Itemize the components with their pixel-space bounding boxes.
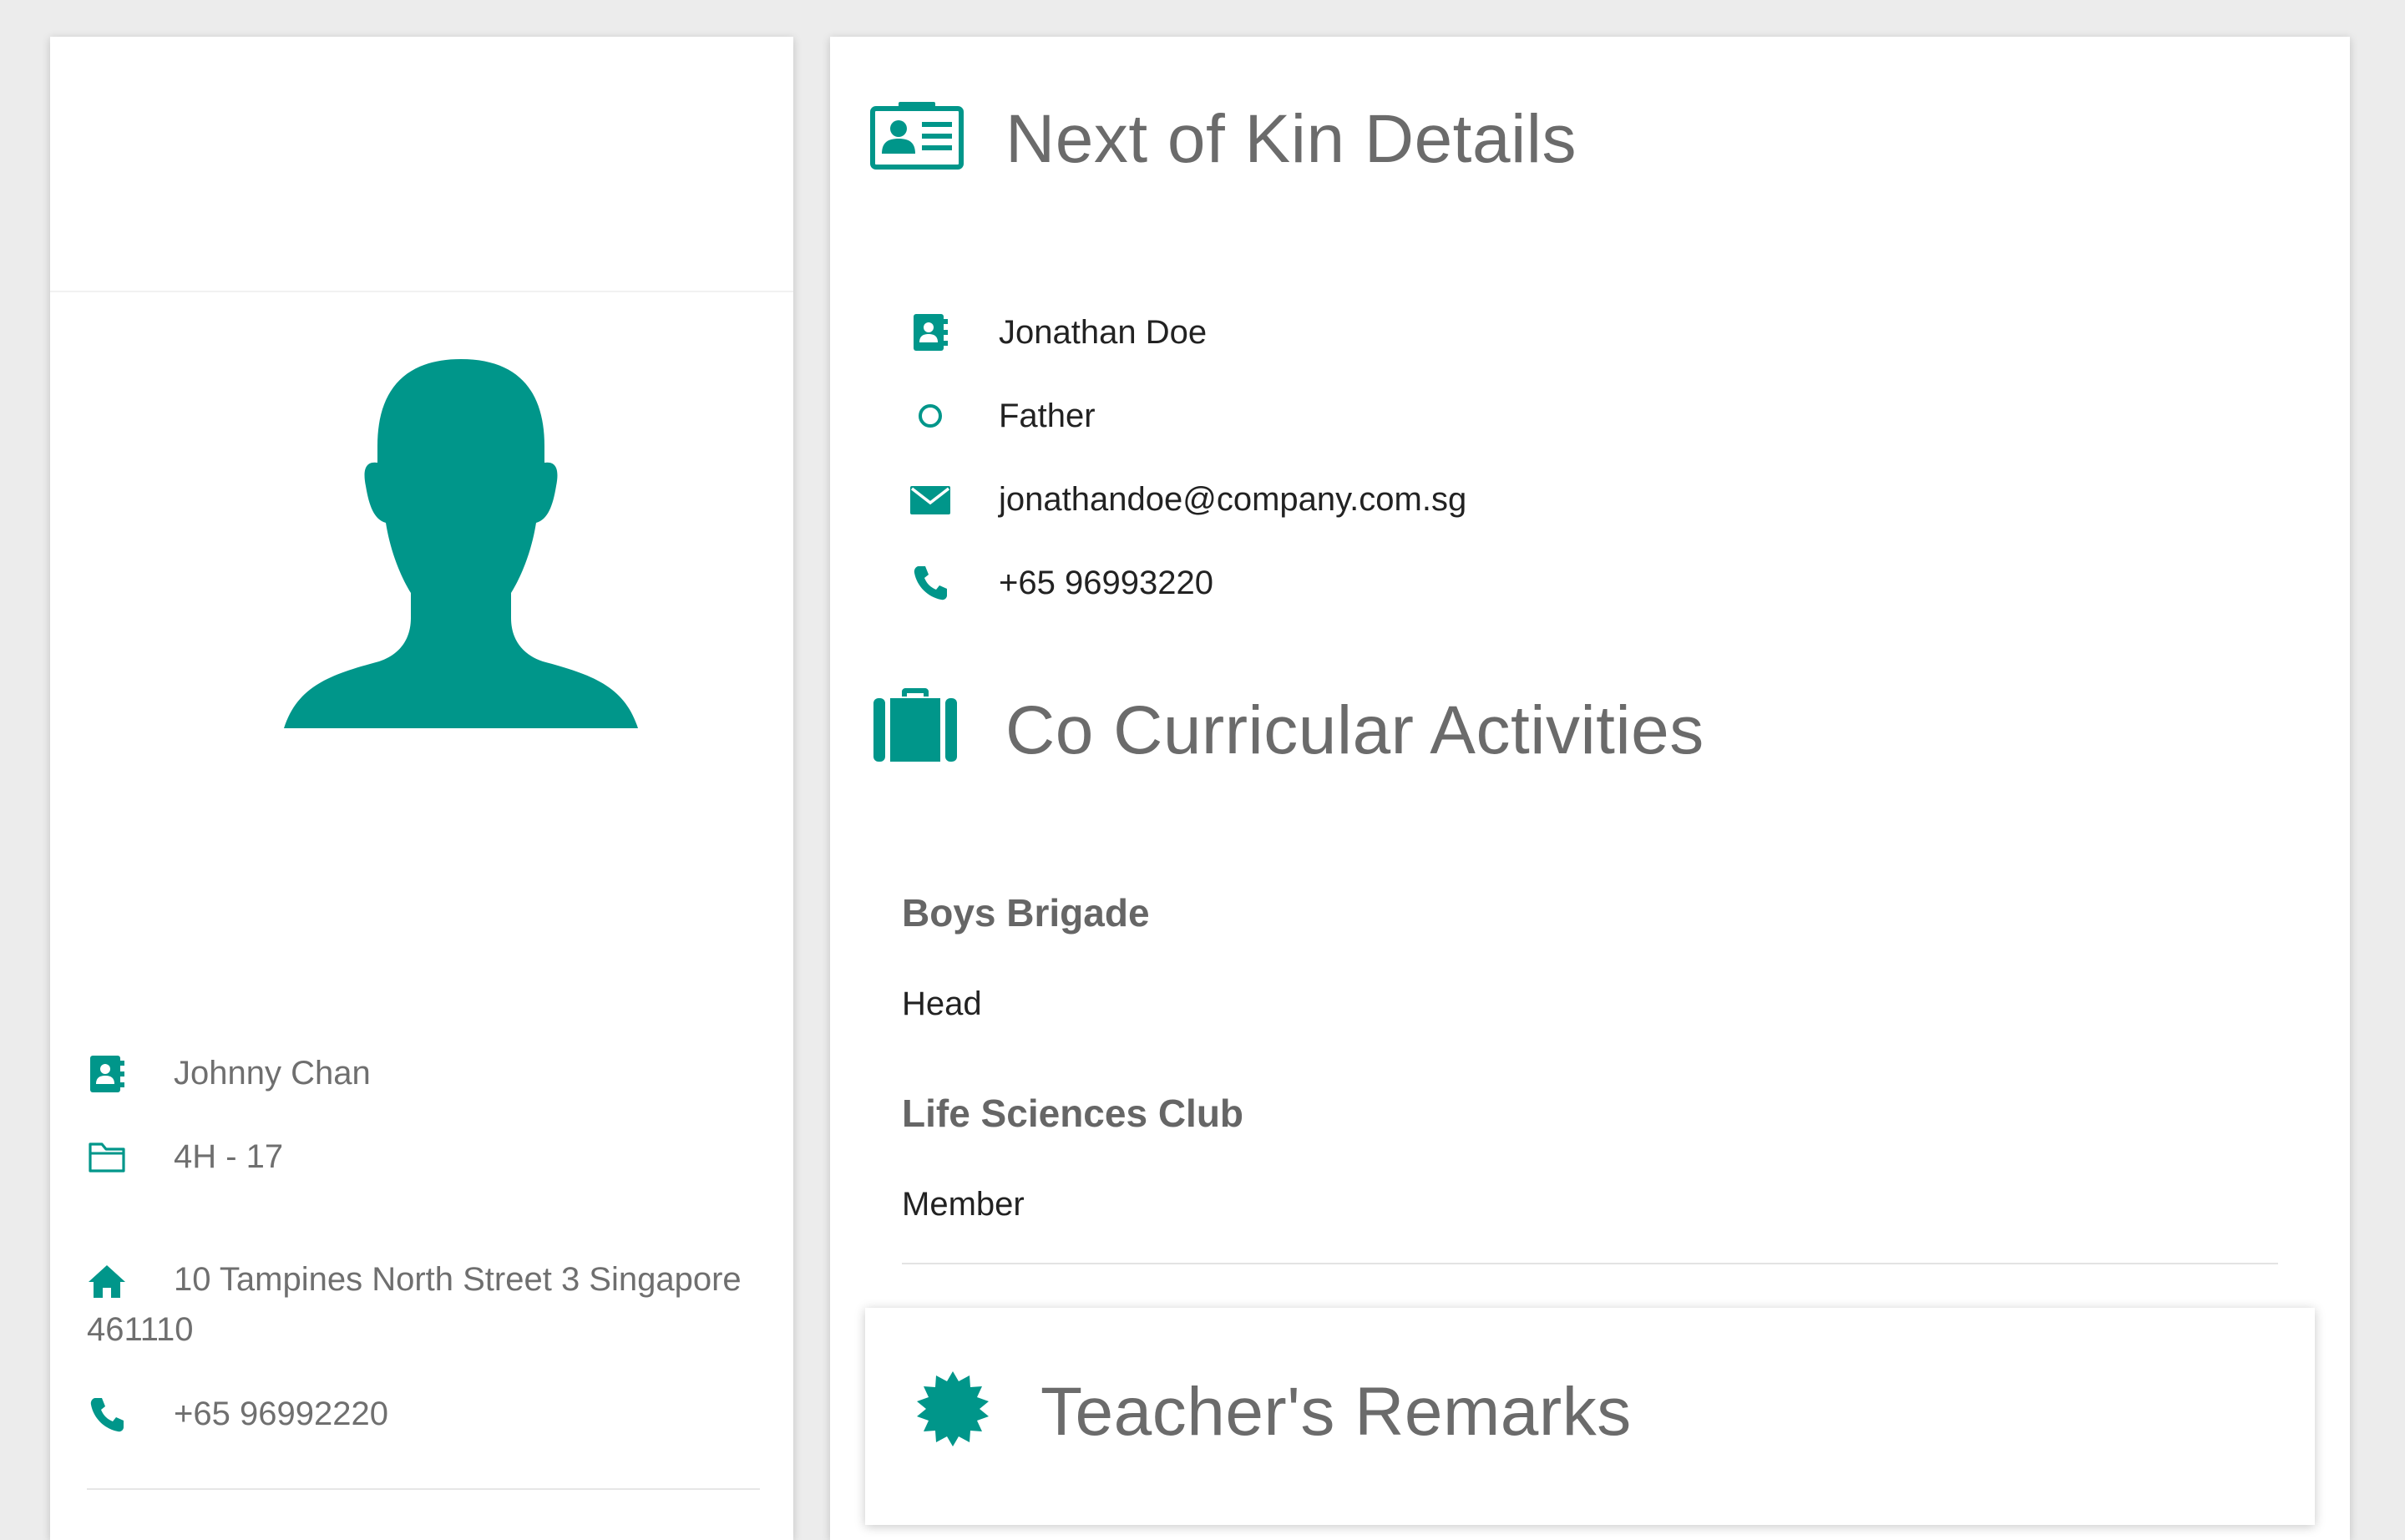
kin-relationship: Father <box>999 397 1096 434</box>
cca-item-name: Boys Brigade <box>902 891 1150 935</box>
cca-item-role: Member <box>902 1186 1025 1223</box>
contact-book-icon <box>90 1056 124 1092</box>
kin-phone: +65 96993220 <box>999 564 1213 601</box>
kin-name: Jonathan Doe <box>999 313 1208 351</box>
id-card-icon <box>870 102 964 170</box>
remarks-card: Teacher's Remarks <box>865 1308 2315 1525</box>
profile-bottom-divider <box>87 1488 760 1490</box>
person-silhouette-icon <box>284 359 638 728</box>
remarks-title: Teacher's Remarks <box>1040 1374 1632 1450</box>
phone-icon <box>914 566 947 600</box>
contact-book-icon <box>914 314 948 351</box>
folder-icon <box>89 1142 125 1173</box>
envelope-icon <box>910 486 950 514</box>
student-address: 10 Tampines North Street 3 Singapore 461… <box>87 1261 742 1348</box>
cca-item-role: Head <box>902 985 982 1022</box>
student-class-row: 4H - 17 <box>87 1137 283 1181</box>
student-name: Johnny Chan <box>174 1055 371 1092</box>
student-phone: +65 96992220 <box>174 1396 388 1432</box>
student-phone-row: +65 96992220 <box>87 1395 388 1438</box>
circle-outline-icon <box>919 404 942 428</box>
kin-relationship-row: Father <box>910 396 1096 436</box>
kin-phone-row: +65 96993220 <box>910 563 1213 603</box>
next-of-kin-title: Next of Kin Details <box>1005 101 1577 177</box>
kin-email-row: jonathandoe@company.com.sg <box>910 479 1466 519</box>
student-name-row: Johnny Chan <box>87 1054 371 1097</box>
cca-title: Co Curricular Activities <box>1005 692 1704 768</box>
phone-icon <box>90 1398 124 1432</box>
student-class: 4H - 17 <box>174 1138 284 1175</box>
profile-card: Johnny Chan 4H - 17 10 Tampines North St… <box>50 37 793 1540</box>
cca-item-name: Life Sciences Club <box>902 1092 1244 1135</box>
briefcase-icon <box>873 688 957 762</box>
header-divider <box>50 291 793 292</box>
kin-name-row: Jonathan Doe <box>910 312 1207 352</box>
kin-email[interactable]: jonathandoe@company.com.sg <box>999 481 1466 519</box>
avatar <box>262 354 660 735</box>
badge-icon <box>917 1371 989 1446</box>
cca-divider <box>902 1263 2278 1264</box>
